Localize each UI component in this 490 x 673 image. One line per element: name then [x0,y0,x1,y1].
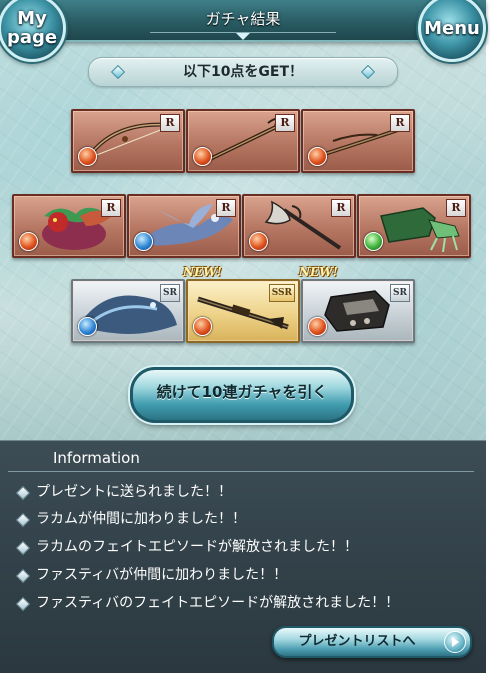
fire-element-icon [19,232,38,251]
result-card[interactable]: R [127,194,241,258]
header-bar: ガチャ結果 [0,0,486,42]
rarity-badge: SR [160,284,180,302]
mypage-label-line2: page [6,27,58,48]
rarity-badge: SSR [268,284,295,302]
result-card[interactable]: SR [301,279,415,343]
gacha-result-screen: ガチャ結果 My page Menu 以下10点をGET！ R R R R R … [0,0,490,673]
rarity-badge: R [446,199,466,217]
info-message-text: ファスティバのフェイトエピソードが解放されました！！ [36,595,400,611]
information-header: Information [8,445,474,472]
bullet-diamond-icon [15,512,31,528]
draw-again-button[interactable]: 続けて10連ガチャを引く [130,367,354,423]
result-card[interactable]: R [301,109,415,173]
present-list-label: プレゼントリストへ [298,634,416,649]
info-message-text: ラカムが仲間に加わりました！！ [36,511,246,527]
rarity-badge: SR [390,284,410,302]
rarity-badge: R [275,114,295,132]
bullet-diamond-icon [15,540,31,556]
page-margin [486,0,490,673]
bullet-diamond-icon [15,568,31,584]
result-card[interactable]: R [242,194,356,258]
chevron-down-icon [236,33,250,40]
water-element-icon [78,317,97,336]
result-card[interactable]: SR [71,279,185,343]
information-title: Information [53,449,140,467]
result-card[interactable]: R [71,109,185,173]
mypage-label-line1: My [17,8,47,29]
rarity-badge: R [101,199,121,217]
result-card[interactable]: R [357,194,471,258]
rarity-badge: R [216,199,236,217]
result-card[interactable]: R [12,194,126,258]
info-message: プレゼントに送られました！！ [15,482,472,502]
result-banner: 以下10点をGET！ [88,57,398,87]
bullet-diamond-icon [15,485,31,501]
info-message-text: ラカムのフェイトエピソードが解放されました！！ [36,539,358,555]
result-banner-text: 以下10点をGET！ [182,64,304,80]
result-card[interactable]: SSR [186,279,300,343]
rarity-badge: R [390,114,410,132]
wind-element-icon [364,232,383,251]
fire-element-icon [249,232,268,251]
information-panel: Information プレゼントに送られました！！ ラカムが仲間に加わりました… [0,440,486,673]
new-badge: NEW! [299,265,338,279]
rarity-badge: R [160,114,180,132]
fire-element-icon [78,147,97,166]
water-element-icon [134,232,153,251]
info-message-text: プレゼントに送られました！！ [36,484,232,500]
rarity-badge: R [331,199,351,217]
fire-element-icon [308,147,327,166]
info-message: ラカムが仲間に加わりました！！ [15,509,472,529]
menu-label: Menu [424,17,480,39]
info-message: ラカムのフェイトエピソードが解放されました！！ [15,537,472,557]
present-list-button[interactable]: プレゼントリストへ [272,626,472,658]
arrow-right-icon [444,631,466,653]
info-message-text: ファスティバが仲間に加わりました！！ [36,567,288,583]
info-message: ファスティバのフェイトエピソードが解放されました！！ [15,593,472,613]
result-card[interactable]: R [186,109,300,173]
info-message: ファスティバが仲間に加わりました！！ [15,565,472,585]
fire-element-icon [308,317,327,336]
fire-element-icon [193,317,212,336]
new-badge: NEW! [183,265,222,279]
page-title: ガチャ結果 [150,6,336,33]
fire-element-icon [193,147,212,166]
bullet-diamond-icon [15,596,31,612]
